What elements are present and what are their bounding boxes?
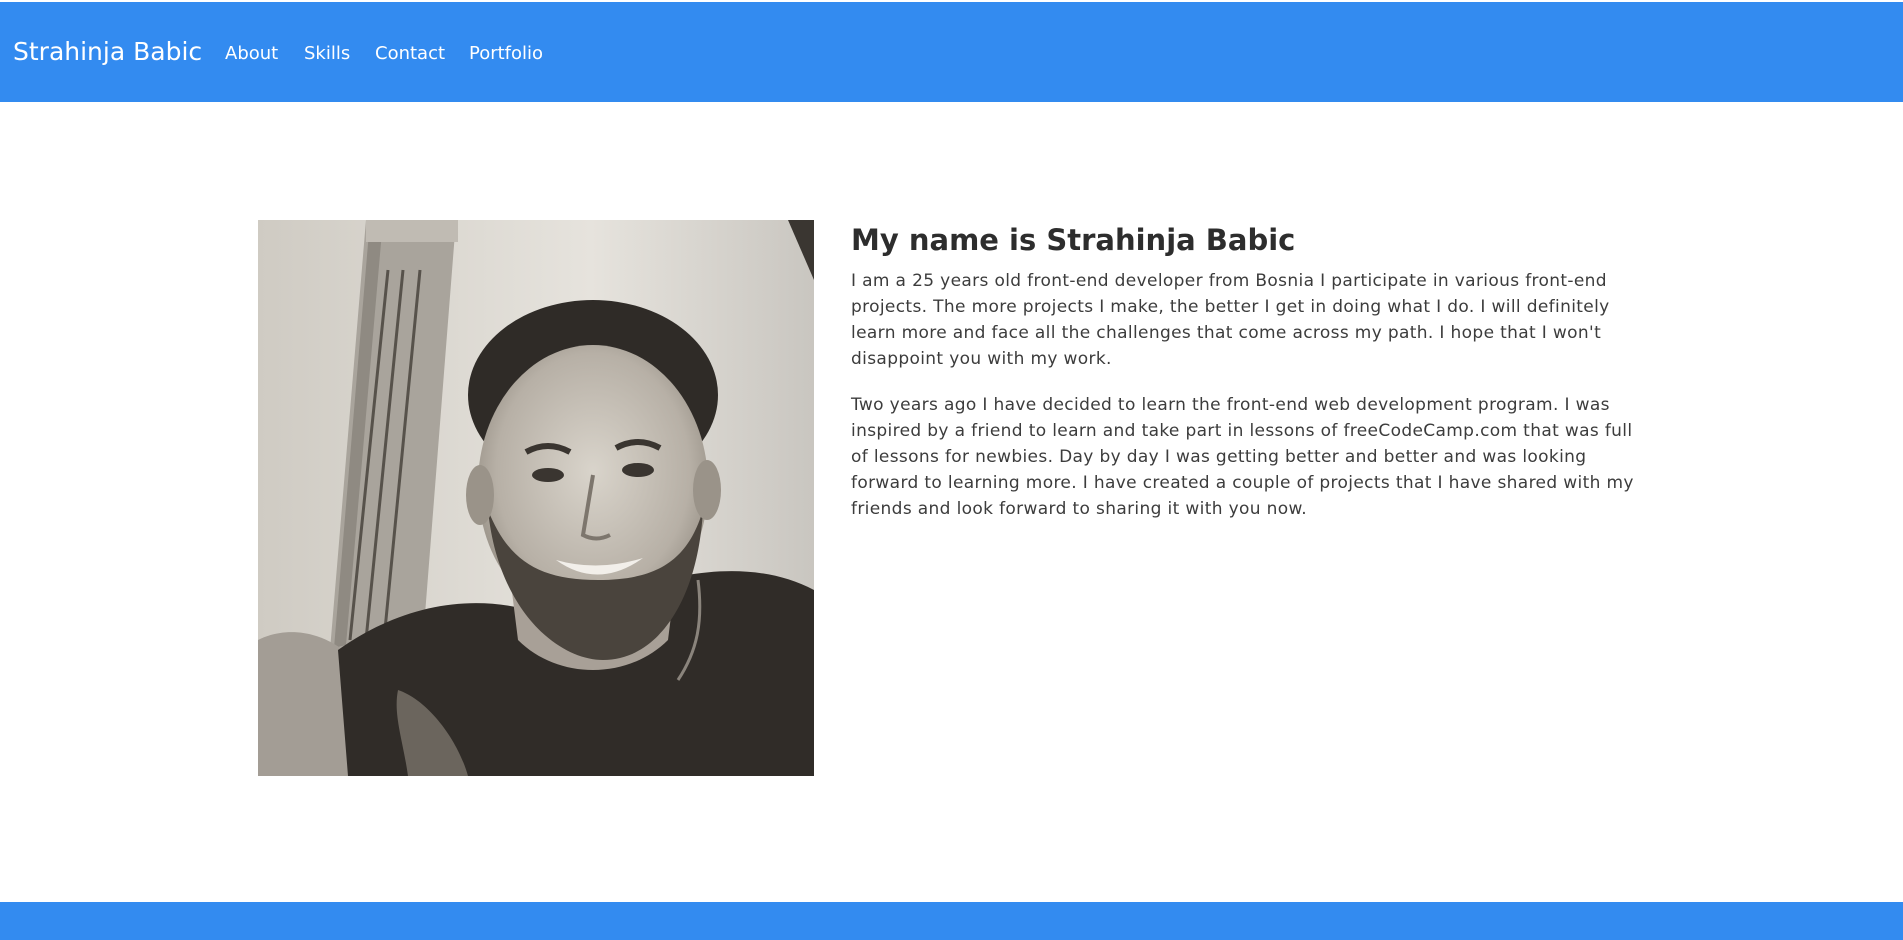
nav-link-skills[interactable]: Skills bbox=[304, 42, 350, 66]
nav-link-contact[interactable]: Contact bbox=[375, 42, 445, 66]
brand-link[interactable]: Strahinja Babic bbox=[13, 36, 202, 68]
about-section: My name is Strahinja Babic I am a 25 yea… bbox=[851, 220, 1641, 522]
about-paragraph-2: Two years ago I have decided to learn th… bbox=[851, 395, 1634, 519]
nav-link-about[interactable]: About bbox=[225, 42, 278, 66]
top-navbar: Strahinja Babic About Skills Contact Por… bbox=[0, 2, 1903, 102]
nav-link-portfolio[interactable]: Portfolio bbox=[469, 42, 543, 66]
about-paragraph-1: I am a 25 years old front-end developer … bbox=[851, 271, 1610, 369]
profile-photo bbox=[258, 220, 814, 776]
footer-bar bbox=[0, 902, 1903, 940]
about-heading: My name is Strahinja Babic bbox=[851, 223, 1296, 257]
